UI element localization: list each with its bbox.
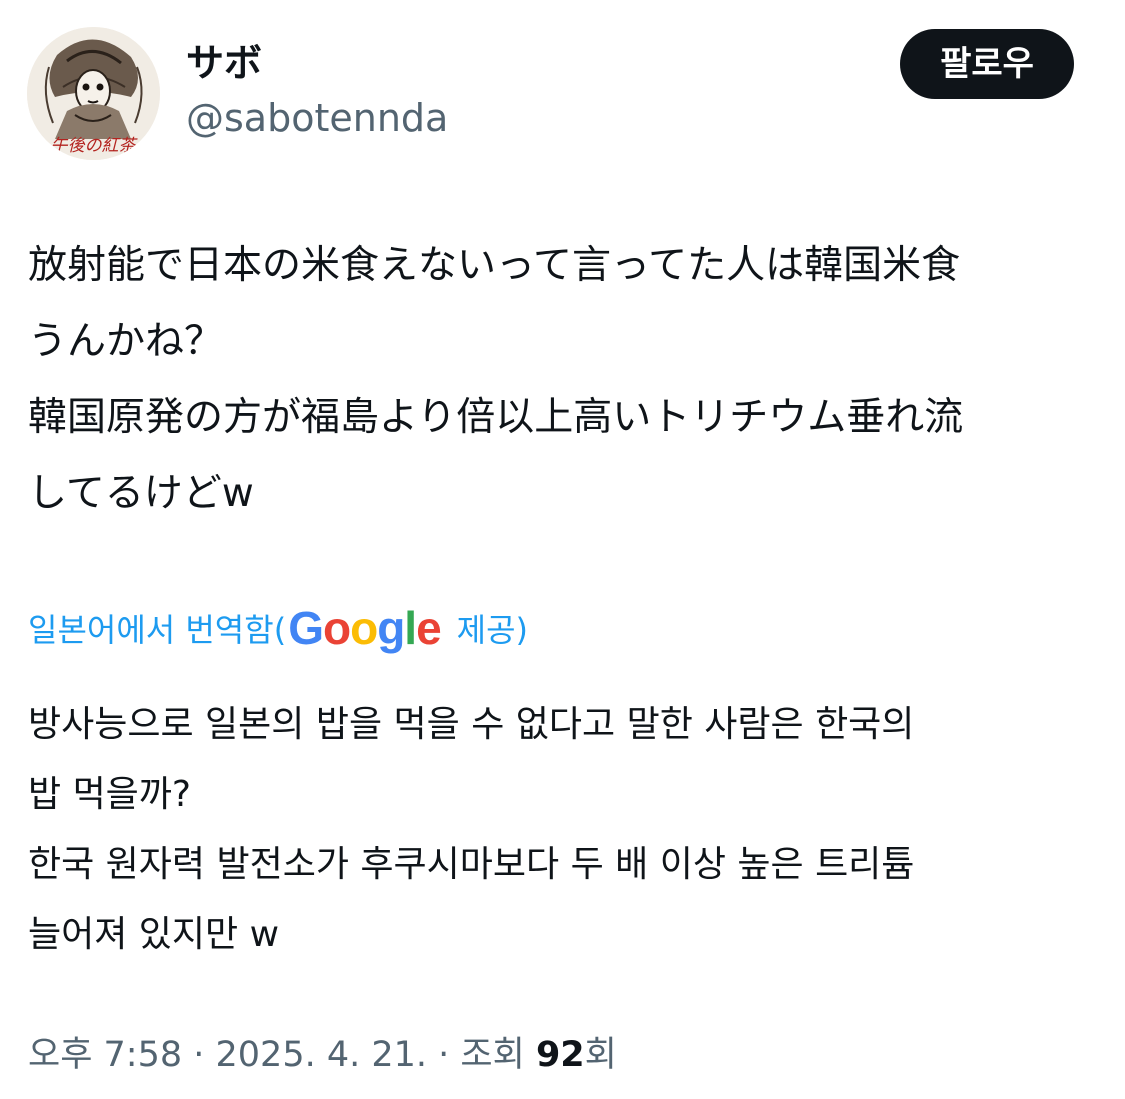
tweet-text-line: うんかね？ (28, 319, 224, 364)
google-logo-letter: o (350, 602, 378, 654)
meta-separator: · (182, 1035, 216, 1075)
tweet-meta: 오후 7:58 · 2025. 4. 21. · 조회 92회 (28, 1030, 617, 1080)
google-logo-icon: Google (288, 598, 442, 658)
translated-text-line: 늘어져 있지만 w (28, 914, 280, 955)
translated-text-line: 방사능으로 일본의 밥을 먹을 수 없다고 말한 사람은 한국의 (28, 704, 915, 745)
translated-text-line: 한국 원자력 발전소가 후쿠시마보다 두 배 이상 높은 트리튬 (28, 844, 915, 885)
google-logo-letter: l (404, 602, 417, 654)
follow-button[interactable]: 팔로우 (900, 29, 1074, 99)
tweet-text-line: してるけどw (28, 471, 254, 516)
tweet-text: 放射能で日本の米食えないって言ってた人は韓国米食 うんかね？ 韓国原発の方が福島… (28, 228, 1103, 532)
tweet-header: 午後の紅茶 サボ @sabotennda 팔로우 (0, 0, 1125, 170)
google-logo-letter: e (416, 602, 442, 654)
google-logo-letter: G (288, 602, 324, 654)
google-logo-letter: g (377, 602, 405, 654)
google-logo-letter: o (322, 602, 351, 654)
views-count[interactable]: 92 (536, 1035, 585, 1075)
translation-attribution[interactable]: 일본어에서 번역함( Google 제공) (28, 598, 528, 658)
translation-prefix: 일본어에서 번역함( (28, 611, 287, 649)
tweet-text-line: 放射能で日本の米食えないって言ってた人は韓国米食 (28, 243, 961, 288)
meta-separator: · (427, 1035, 461, 1075)
views-suffix: 회 (584, 1035, 617, 1075)
views-label: 조회 (460, 1035, 536, 1075)
avatar-caption: 午後の紅茶 (51, 136, 139, 156)
user-handle[interactable]: @sabotennda (186, 95, 448, 141)
translated-text-line: 밥 먹을까? (28, 774, 192, 815)
tweet-time[interactable]: 오후 7:58 (28, 1035, 182, 1075)
avatar[interactable]: 午後の紅茶 (27, 27, 160, 160)
avatar-image: 午後の紅茶 (27, 27, 160, 160)
display-name[interactable]: サボ (186, 40, 262, 86)
translated-text: 방사능으로 일본의 밥을 먹을 수 없다고 말한 사람은 한국의 밥 먹을까? … (28, 690, 1103, 970)
tweet-date[interactable]: 2025. 4. 21. (216, 1035, 428, 1075)
tweet-text-line: 韓国原発の方が福島より倍以上高いトリチウム垂れ流 (28, 395, 964, 440)
translation-suffix: 제공) (456, 611, 529, 649)
